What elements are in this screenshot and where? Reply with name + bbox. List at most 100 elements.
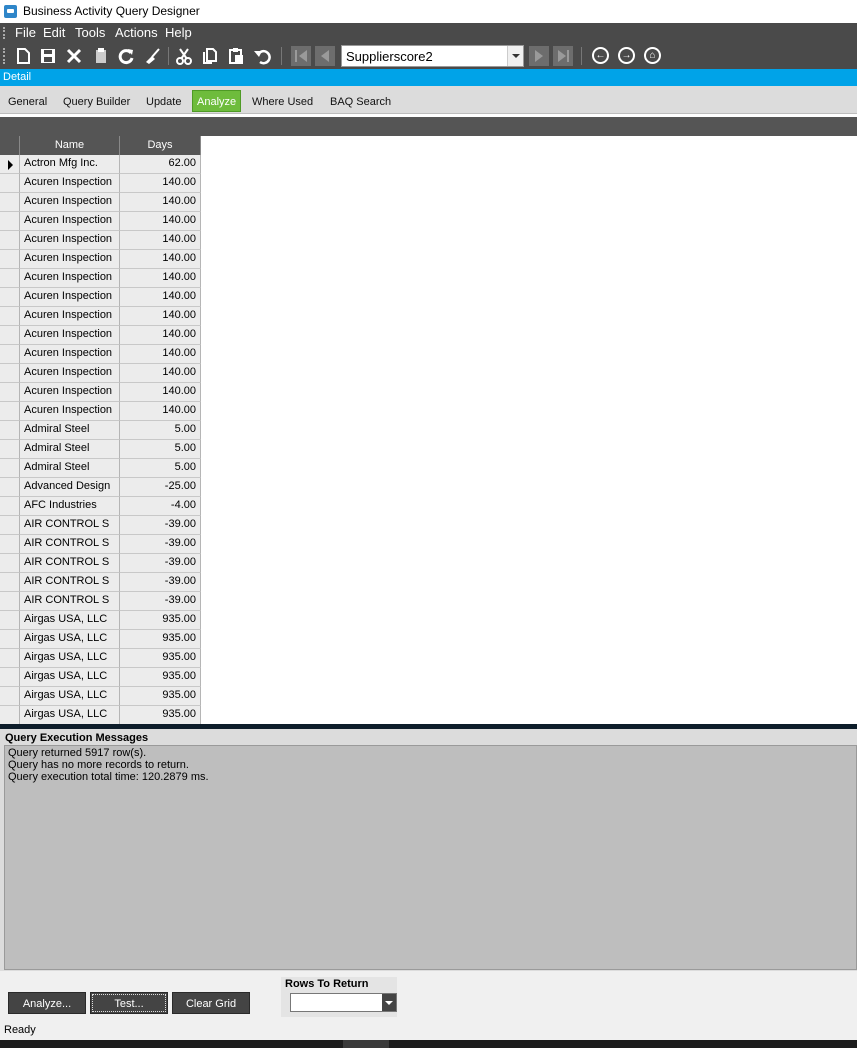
cell-days[interactable]: -39.00: [120, 516, 201, 535]
cell-name[interactable]: Airgas USA, LLC: [20, 668, 120, 687]
tab-query-builder[interactable]: Query Builder: [63, 96, 130, 108]
row-selector[interactable]: [0, 459, 20, 478]
cell-name[interactable]: Admiral Steel: [20, 440, 120, 459]
cell-days[interactable]: 5.00: [120, 440, 201, 459]
last-record-icon[interactable]: [553, 46, 573, 66]
table-row[interactable]: AIR CONTROL S -39.00: [0, 554, 201, 573]
row-selector[interactable]: [0, 174, 20, 193]
row-selector[interactable]: [0, 668, 20, 687]
row-selector[interactable]: [0, 516, 20, 535]
tab-general[interactable]: General: [8, 96, 47, 108]
cell-name[interactable]: Airgas USA, LLC: [20, 706, 120, 724]
row-selector[interactable]: [0, 193, 20, 212]
row-selector[interactable]: [0, 554, 20, 573]
cell-days[interactable]: 935.00: [120, 668, 201, 687]
cell-name[interactable]: AFC Industries: [20, 497, 120, 516]
cell-name[interactable]: AIR CONTROL S: [20, 516, 120, 535]
cell-days[interactable]: 140.00: [120, 364, 201, 383]
row-selector[interactable]: [0, 687, 20, 706]
row-selector[interactable]: [0, 478, 20, 497]
cell-days[interactable]: 140.00: [120, 269, 201, 288]
paste-icon[interactable]: [226, 46, 246, 66]
first-record-icon[interactable]: [291, 46, 311, 66]
cell-days[interactable]: 935.00: [120, 611, 201, 630]
table-row[interactable]: Acuren Inspection 140.00: [0, 383, 201, 402]
tab-update[interactable]: Update: [146, 96, 181, 108]
table-row[interactable]: AIR CONTROL S -39.00: [0, 592, 201, 611]
query-selector-combo[interactable]: Supplierscore2: [341, 45, 524, 67]
table-row[interactable]: Acuren Inspection 140.00: [0, 193, 201, 212]
row-selector[interactable]: [0, 421, 20, 440]
cell-days[interactable]: -39.00: [120, 535, 201, 554]
forward-arrow-icon[interactable]: →: [618, 47, 635, 64]
table-row[interactable]: Airgas USA, LLC 935.00: [0, 611, 201, 630]
row-selector[interactable]: [0, 383, 20, 402]
table-row[interactable]: Admiral Steel 5.00: [0, 421, 201, 440]
table-row[interactable]: Airgas USA, LLC 935.00: [0, 630, 201, 649]
cell-name[interactable]: Airgas USA, LLC: [20, 630, 120, 649]
cell-days[interactable]: 935.00: [120, 649, 201, 668]
cell-days[interactable]: 140.00: [120, 212, 201, 231]
row-selector[interactable]: [0, 212, 20, 231]
cell-name[interactable]: Airgas USA, LLC: [20, 611, 120, 630]
row-selector[interactable]: [0, 231, 20, 250]
menu-tools[interactable]: Tools: [75, 25, 105, 40]
delete-icon[interactable]: [64, 46, 84, 66]
cell-days[interactable]: 140.00: [120, 307, 201, 326]
table-row[interactable]: Acuren Inspection 140.00: [0, 364, 201, 383]
cell-days[interactable]: 935.00: [120, 687, 201, 706]
tab-baq-search[interactable]: BAQ Search: [330, 96, 391, 108]
copy-icon[interactable]: [200, 46, 220, 66]
undo-changes-icon[interactable]: [91, 46, 111, 66]
save-icon[interactable]: [38, 46, 58, 66]
cell-name[interactable]: Acuren Inspection: [20, 288, 120, 307]
table-row[interactable]: Acuren Inspection 140.00: [0, 288, 201, 307]
table-row[interactable]: Admiral Steel 5.00: [0, 459, 201, 478]
menu-file[interactable]: File: [15, 25, 36, 40]
clear-broom-icon[interactable]: [143, 46, 163, 66]
menu-edit[interactable]: Edit: [43, 25, 65, 40]
cell-days[interactable]: -39.00: [120, 573, 201, 592]
cell-days[interactable]: -39.00: [120, 592, 201, 611]
table-row[interactable]: Acuren Inspection 140.00: [0, 212, 201, 231]
cell-days[interactable]: 140.00: [120, 288, 201, 307]
cell-name[interactable]: AIR CONTROL S: [20, 554, 120, 573]
cell-days[interactable]: 5.00: [120, 421, 201, 440]
cell-days[interactable]: -39.00: [120, 554, 201, 573]
cell-name[interactable]: Airgas USA, LLC: [20, 687, 120, 706]
cell-days[interactable]: 140.00: [120, 231, 201, 250]
table-row[interactable]: Advanced Design -25.00: [0, 478, 201, 497]
cell-name[interactable]: Acuren Inspection: [20, 307, 120, 326]
cell-name[interactable]: AIR CONTROL S: [20, 535, 120, 554]
cell-name[interactable]: Acuren Inspection: [20, 231, 120, 250]
cell-name[interactable]: AIR CONTROL S: [20, 592, 120, 611]
row-selector[interactable]: [0, 288, 20, 307]
row-selector[interactable]: [0, 497, 20, 516]
cell-name[interactable]: Airgas USA, LLC: [20, 649, 120, 668]
row-selector[interactable]: [0, 402, 20, 421]
test-button[interactable]: Test...: [90, 992, 168, 1014]
column-header-days[interactable]: Days: [120, 136, 201, 155]
row-selector[interactable]: [0, 592, 20, 611]
home-icon[interactable]: ⌂: [644, 47, 661, 64]
analyze-button[interactable]: Analyze...: [8, 992, 86, 1014]
menu-help[interactable]: Help: [165, 25, 192, 40]
rows-to-return-combo[interactable]: [290, 993, 397, 1012]
next-record-icon[interactable]: [529, 46, 549, 66]
cell-days[interactable]: 140.00: [120, 402, 201, 421]
row-selector[interactable]: [0, 345, 20, 364]
row-selector[interactable]: [0, 649, 20, 668]
row-selector[interactable]: [0, 155, 20, 174]
cell-name[interactable]: Acuren Inspection: [20, 174, 120, 193]
cell-name[interactable]: Acuren Inspection: [20, 345, 120, 364]
cell-name[interactable]: Acuren Inspection: [20, 364, 120, 383]
cell-name[interactable]: Acuren Inspection: [20, 326, 120, 345]
cell-days[interactable]: 935.00: [120, 706, 201, 724]
cell-days[interactable]: 62.00: [120, 155, 201, 174]
row-selector[interactable]: [0, 630, 20, 649]
row-selector[interactable]: [0, 706, 20, 724]
cut-icon[interactable]: [174, 46, 194, 66]
row-selector[interactable]: [0, 535, 20, 554]
table-row[interactable]: AIR CONTROL S -39.00: [0, 535, 201, 554]
results-grid[interactable]: Name Days Actron Mfg Inc. 62.00 Acuren Ins…: [0, 136, 201, 724]
